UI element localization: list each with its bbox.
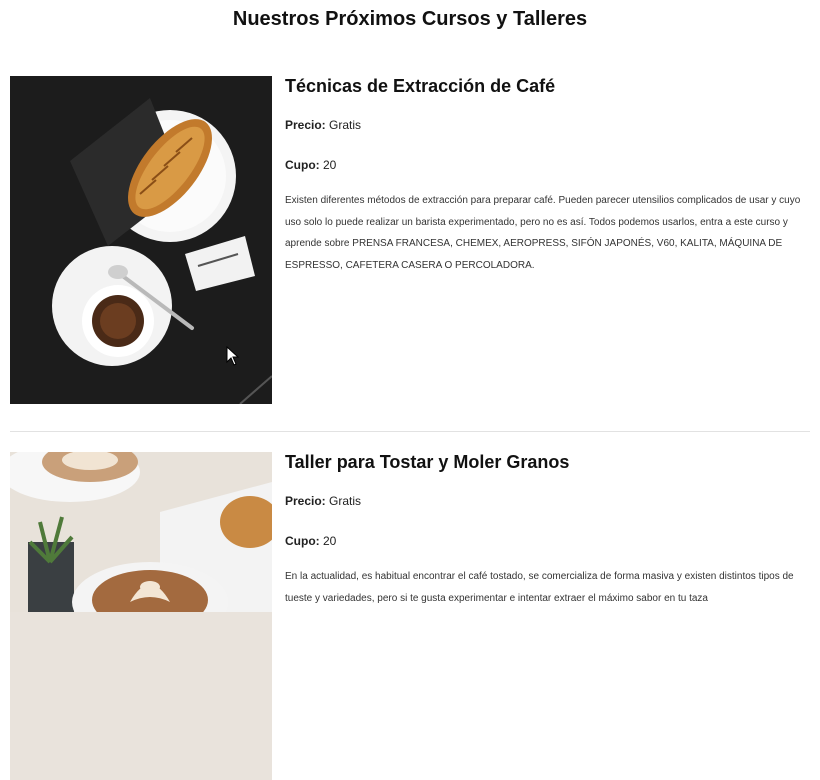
- course-capacity: Cupo: 20: [285, 534, 336, 548]
- course-price: Precio: Gratis: [285, 494, 361, 508]
- capacity-value: 20: [323, 534, 337, 548]
- capacity-value: 20: [323, 158, 337, 172]
- capacity-label: Cupo:: [285, 158, 320, 172]
- price-value: Gratis: [329, 494, 362, 508]
- course-image[interactable]: [10, 452, 272, 780]
- course-capacity: Cupo: 20: [285, 158, 336, 172]
- course-card: Técnicas de Extracción de Café Precio: G…: [10, 76, 810, 406]
- price-label: Precio:: [285, 494, 326, 508]
- course-description: Existen diferentes métodos de extracción…: [285, 195, 801, 271]
- price-label: Precio:: [285, 118, 326, 132]
- page-title: Nuestros Próximos Cursos y Talleres: [232, 8, 588, 30]
- mouse-cursor-icon: [226, 346, 240, 366]
- course-card: Taller para Tostar y Moler Granos Precio…: [10, 452, 810, 780]
- course-title: Técnicas de Extracción de Café: [285, 76, 556, 96]
- course-price: Precio: Gratis: [285, 118, 361, 132]
- course-title: Taller para Tostar y Moler Granos: [285, 452, 570, 472]
- capacity-label: Cupo:: [285, 534, 320, 548]
- price-value: Gratis: [329, 118, 362, 132]
- divider: [10, 431, 810, 432]
- course-description: En la actualidad, es habitual encontrar …: [285, 571, 794, 604]
- latte-art-photo-icon: [10, 452, 272, 612]
